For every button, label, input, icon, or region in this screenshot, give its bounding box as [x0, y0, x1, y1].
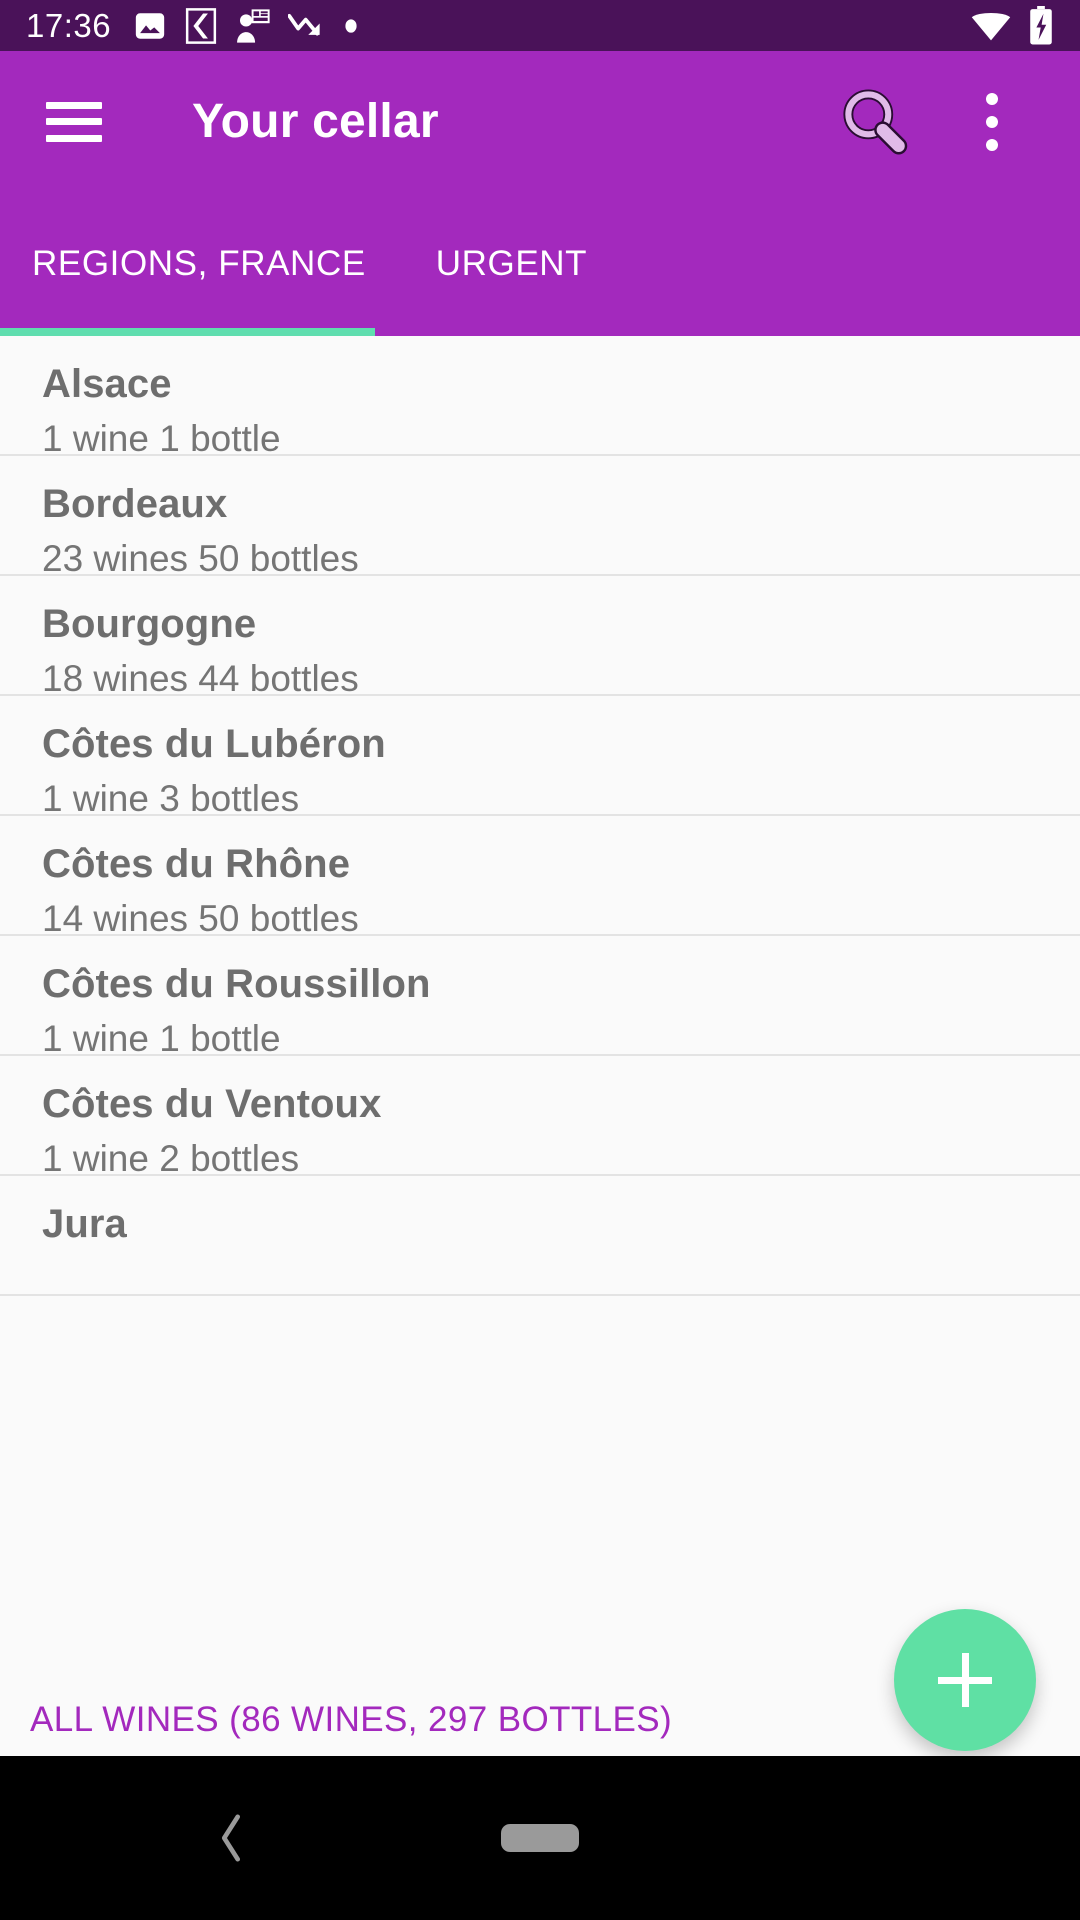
menu-dot: [986, 115, 998, 128]
list-item[interactable]: Côtes du Rhône 14 wines 50 bottles: [0, 816, 1080, 939]
hamburger-line: [46, 118, 102, 125]
phone-screen: 17:36 Your cellar REGIONS, FRANCE URGENT…: [0, 0, 1080, 1920]
tab-regions-france[interactable]: REGIONS, FRANCE: [0, 192, 402, 336]
bracket-icon: [186, 7, 217, 44]
list-item-title: Bordeaux: [42, 482, 228, 526]
list-item[interactable]: Côtes du Ventoux 1 wine 2 bottles: [0, 1056, 1080, 1179]
person-presentation-icon: [237, 8, 270, 43]
overflow-menu-button[interactable]: [948, 78, 1036, 166]
search-button[interactable]: [830, 78, 918, 166]
hamburger-line: [46, 101, 102, 109]
tab-indicator: [0, 328, 375, 336]
page-title: Your cellar: [192, 95, 439, 148]
status-clock: 17:36: [26, 6, 112, 44]
list-item[interactable]: Côtes du Lubéron 1 wine 3 bottles: [0, 696, 1080, 819]
hamburger-line: [46, 134, 102, 142]
menu-dot: [986, 92, 998, 105]
back-button[interactable]: [200, 1808, 260, 1868]
list-item-title: Côtes du Rhône: [42, 842, 351, 886]
search-icon: [843, 89, 908, 154]
list-item[interactable]: Côtes du Roussillon 1 wine 1 bottle: [0, 936, 1080, 1059]
add-wine-fab[interactable]: [894, 1609, 1036, 1751]
trending-down-icon: [288, 13, 320, 35]
tab-bar: REGIONS, FRANCE URGENT: [0, 192, 1080, 336]
app-bar-actions: [830, 78, 1080, 166]
list-item[interactable]: Bourgogne 18 wines 44 bottles: [0, 576, 1080, 699]
list-item-title: Côtes du Ventoux: [42, 1082, 382, 1126]
list-item-title: Jura: [42, 1202, 127, 1246]
dot-icon: [345, 18, 357, 33]
home-pill-icon[interactable]: [501, 1824, 579, 1852]
more-vert-icon: [986, 92, 998, 151]
status-bar: 17:36: [0, 0, 1080, 51]
list-item[interactable]: Jura: [0, 1176, 1080, 1296]
region-list[interactable]: Alsace 1 wine 1 bottle Bordeaux 23 wines…: [0, 336, 1080, 1756]
list-item-title: Alsace: [42, 362, 172, 406]
tab-urgent[interactable]: URGENT: [402, 192, 627, 336]
plus-icon: [938, 1653, 992, 1707]
list-item[interactable]: Bordeaux 23 wines 50 bottles: [0, 456, 1080, 579]
tab-list: REGIONS, FRANCE URGENT: [0, 192, 1080, 336]
list-item-title: Côtes du Lubéron: [42, 722, 386, 766]
menu-dot: [986, 138, 998, 151]
list-item-title: Bourgogne: [42, 602, 257, 646]
list-item[interactable]: Alsace 1 wine 1 bottle: [0, 336, 1080, 459]
wifi-icon: [971, 12, 1011, 40]
image-icon: [135, 12, 165, 39]
list-item-title: Côtes du Roussillon: [42, 962, 431, 1006]
back-chevron-icon: [221, 1814, 241, 1862]
app-bar: Your cellar: [0, 51, 1080, 192]
status-left-icons: [133, 7, 970, 44]
status-right-icons: [970, 5, 1054, 46]
system-navigation-bar: [0, 1756, 1080, 1920]
battery-charging-icon: [1030, 5, 1052, 44]
hamburger-menu-icon[interactable]: [46, 101, 102, 142]
all-wines-button[interactable]: ALL WINES (86 WINES, 297 BOTTLES): [30, 1700, 672, 1740]
